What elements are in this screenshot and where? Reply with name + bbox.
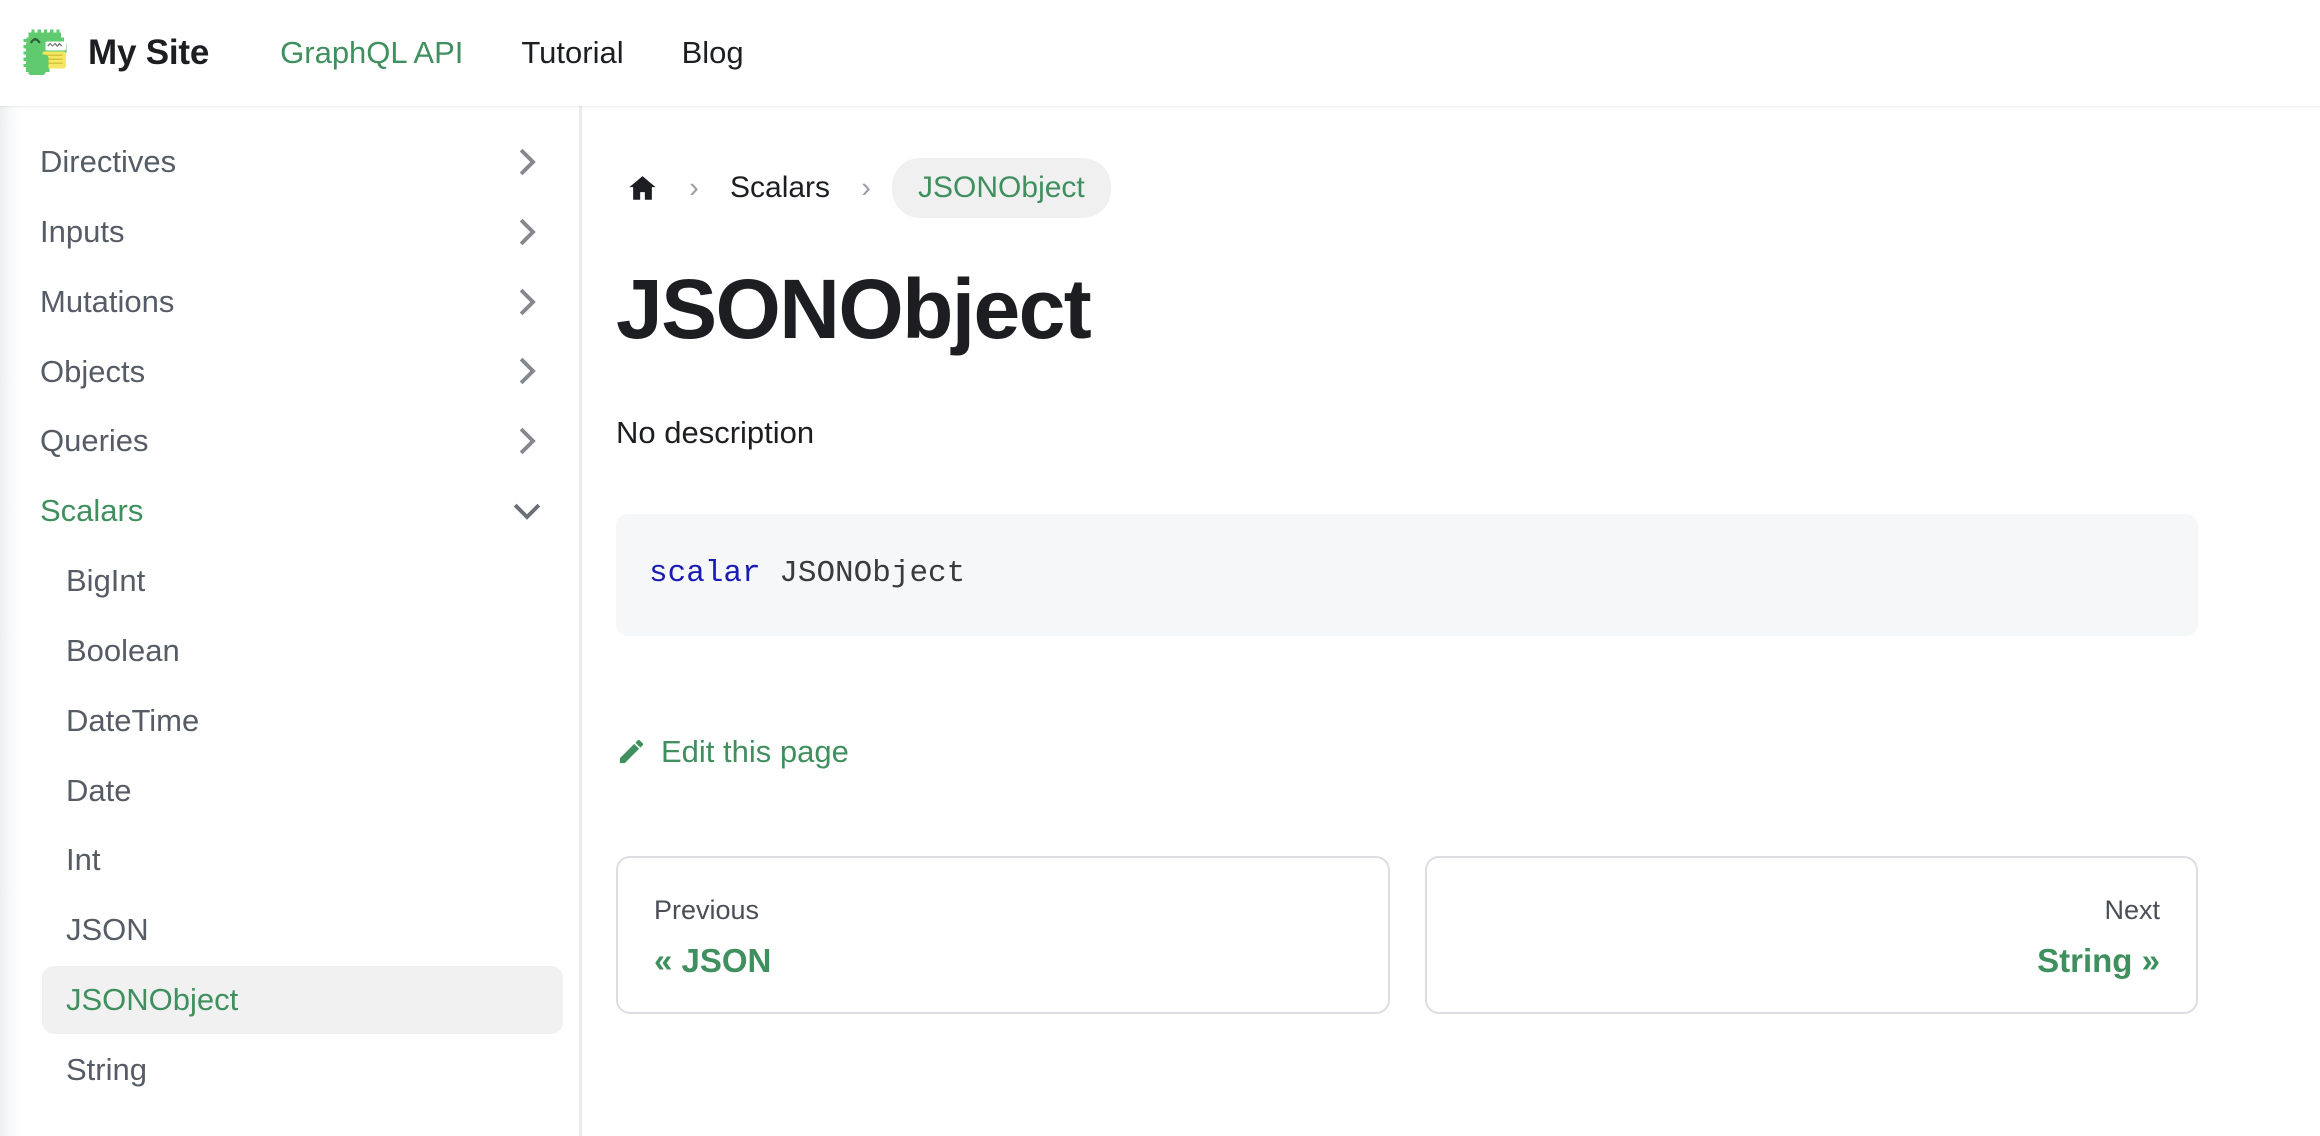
pagination-previous-title: « JSON	[654, 942, 772, 979]
page-description: No description	[616, 414, 815, 450]
sidebar-item-objects: Objects	[16, 338, 563, 406]
chevron-down-icon	[509, 493, 545, 529]
nav-link-tutorial[interactable]: Tutorial	[492, 35, 652, 71]
sidebar-menu: Directives Inputs Mutations Objects Quer…	[0, 128, 579, 1104]
pencil-icon	[616, 736, 647, 767]
sidebar-item-label: Scalars	[40, 493, 144, 529]
breadcrumb-separator: ›	[689, 171, 699, 204]
sidebar-category-objects[interactable]: Objects	[16, 338, 563, 406]
breadcrumb-separator: ›	[861, 171, 871, 204]
sidebar-category-mutations[interactable]: Mutations	[16, 268, 563, 336]
pagination-previous-label: Previous	[654, 894, 760, 925]
edit-this-page-label: Edit this page	[661, 733, 849, 769]
breadcrumb-home-link[interactable]	[616, 162, 668, 214]
breadcrumb-home-item	[616, 162, 668, 214]
sidebar-item-json[interactable]: JSON	[42, 896, 563, 964]
nav-link-graphql-api[interactable]: GraphQL API	[251, 35, 492, 71]
page-title: JSONObject	[616, 262, 1092, 356]
sidebar-item-inputs: Inputs	[16, 198, 563, 266]
list-item: String	[42, 1036, 563, 1104]
docs-sidebar: Directives Inputs Mutations Objects Quer…	[0, 106, 582, 1136]
docusaurus-dino-logo-icon	[22, 28, 72, 78]
edit-this-page-link[interactable]: Edit this page	[616, 734, 849, 770]
sidebar-item-datetime[interactable]: DateTime	[42, 687, 563, 755]
sidebar-item-string[interactable]: String	[42, 1036, 563, 1104]
sidebar-item-label: Directives	[40, 144, 177, 179]
breadcrumb-item-current: JSONObject	[892, 158, 1111, 218]
sidebar-category-directives[interactable]: Directives	[16, 128, 563, 196]
sidebar-category-inputs[interactable]: Inputs	[16, 198, 563, 266]
list-item: BigInt	[42, 547, 563, 615]
docs-pagination: Previous « JSON Next String »	[616, 855, 2198, 1014]
sidebar-item-label: Objects	[40, 353, 146, 389]
code-block[interactable]: scalar JSONObject	[616, 513, 2198, 636]
pagination-previous-button[interactable]: Previous « JSON	[616, 855, 1390, 1014]
sidebar-category-scalars[interactable]: Scalars	[16, 477, 563, 545]
pagination-next-title: String »	[2037, 942, 2160, 979]
sidebar-item-jsonobject[interactable]: JSONObject	[42, 966, 563, 1034]
list-item: Boolean	[42, 617, 563, 685]
sidebar-scalars-sublist: BigInt Boolean DateTime Date Int JSON JS…	[16, 547, 563, 1104]
sidebar-item-queries: Queries	[16, 407, 563, 475]
sidebar-item-scalars: Scalars BigInt Boolean DateTime Date Int…	[16, 477, 563, 1104]
sidebar-item-boolean[interactable]: Boolean	[42, 617, 563, 685]
sidebar-item-int[interactable]: Int	[42, 826, 563, 894]
breadcrumb: › Scalars › JSONObject	[616, 158, 2198, 218]
sidebar-item-date[interactable]: Date	[42, 757, 563, 825]
list-item: DateTime	[42, 687, 563, 755]
pagination-next-button[interactable]: Next String »	[1424, 855, 2198, 1014]
page-body: Directives Inputs Mutations Objects Quer…	[0, 106, 2320, 1136]
chevron-right-icon	[509, 284, 545, 320]
list-item: JSONObject	[42, 966, 563, 1034]
chevron-right-icon	[509, 144, 545, 180]
chevron-right-icon	[509, 423, 545, 459]
brand-title: My Site	[88, 33, 210, 72]
sidebar-item-label: Queries	[40, 423, 149, 459]
breadcrumb-item-scalars[interactable]: Scalars	[720, 163, 840, 213]
list-item: Int	[42, 826, 563, 894]
navbar-links: GraphQL API Tutorial Blog	[251, 35, 773, 71]
sidebar-item-bigint[interactable]: BigInt	[42, 547, 563, 615]
nav-link-blog[interactable]: Blog	[653, 35, 773, 71]
edit-page-row: Edit this page	[616, 734, 2198, 770]
sidebar-item-directives: Directives	[16, 128, 563, 196]
sidebar-item-label: Inputs	[40, 213, 125, 249]
brand-home-link[interactable]: My Site	[22, 28, 209, 78]
code-token-keyword: scalar	[649, 555, 761, 591]
list-item: Date	[42, 757, 563, 825]
navbar: My Site GraphQL API Tutorial Blog	[0, 0, 2320, 106]
list-item: JSON	[42, 896, 563, 964]
code-token-name: JSONObject	[779, 555, 966, 591]
home-icon	[626, 172, 659, 205]
code-line: scalar JSONObject	[649, 549, 2165, 599]
chevron-right-icon	[509, 214, 545, 250]
sidebar-item-label: Mutations	[40, 283, 175, 319]
sidebar-category-queries[interactable]: Queries	[16, 407, 563, 475]
sidebar-item-mutations: Mutations	[16, 268, 563, 336]
chevron-right-icon	[509, 353, 545, 389]
pagination-next-label: Next	[2104, 894, 2160, 925]
main-content: › Scalars › JSONObject JSONObject No des…	[585, 106, 2320, 1136]
